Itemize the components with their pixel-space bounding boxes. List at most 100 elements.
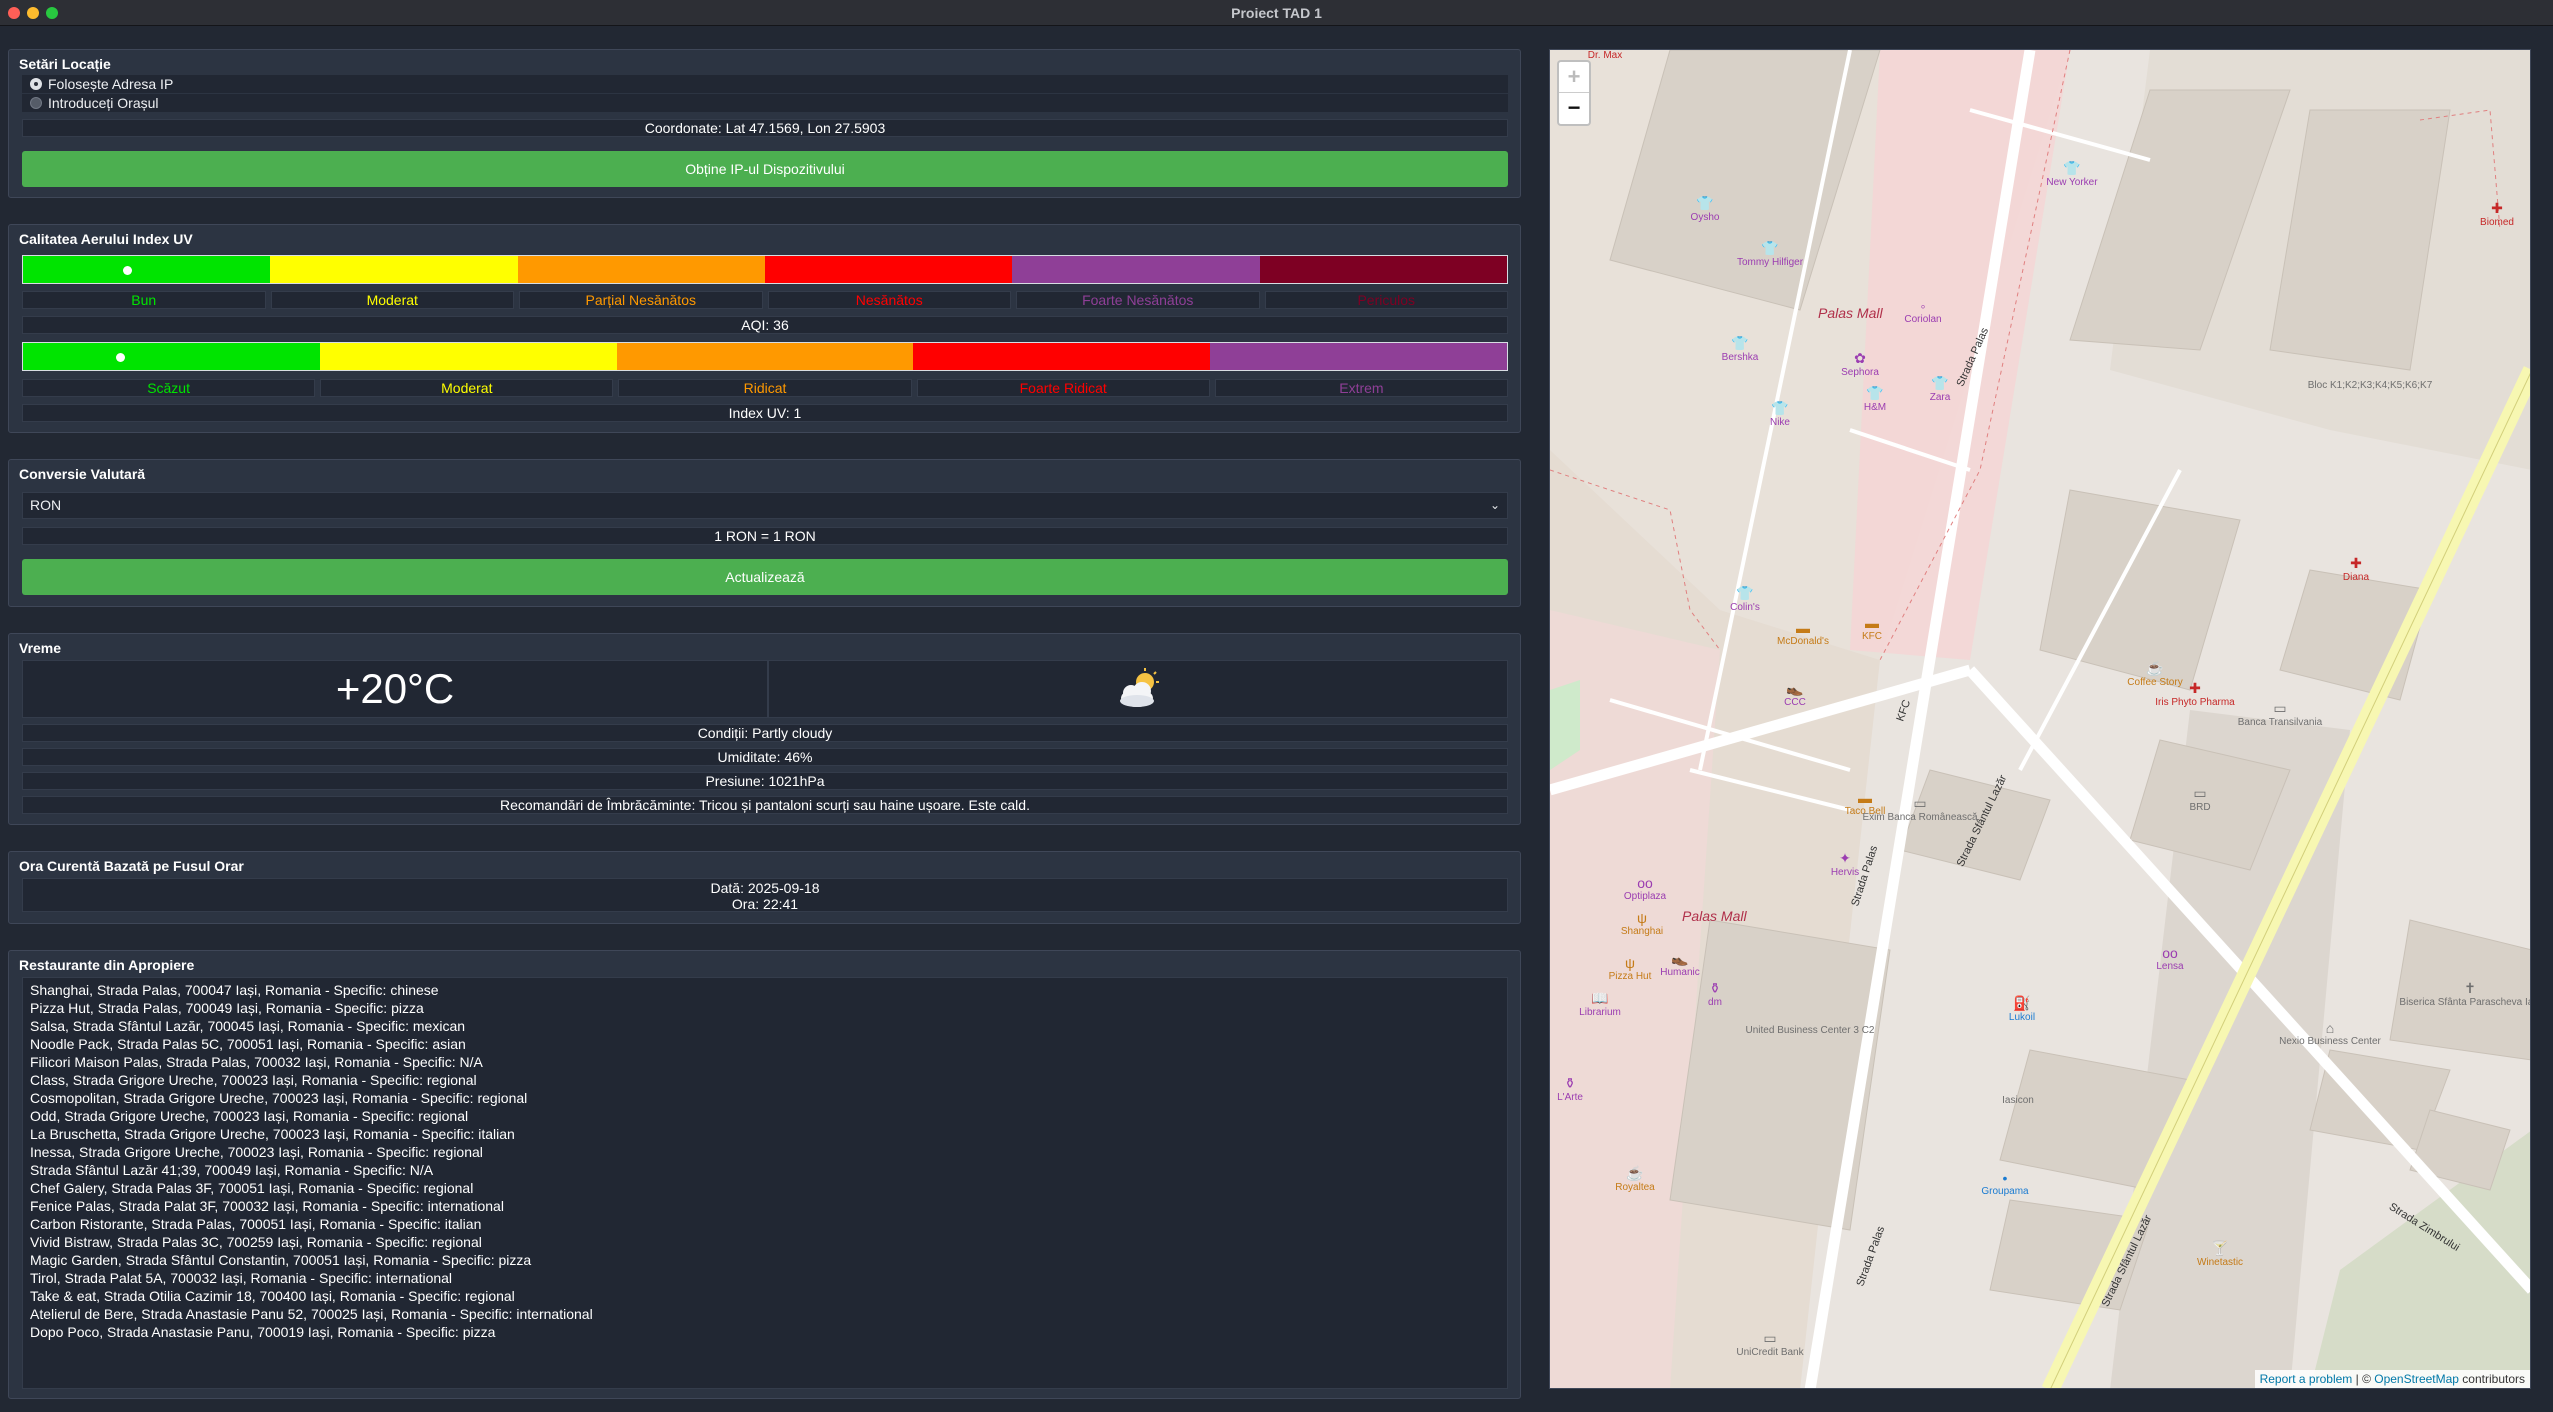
map-poi[interactable]: 👕 Bershka <box>1722 335 1759 363</box>
map-poi-icon: 👞 <box>1671 950 1689 966</box>
map-poi[interactable]: ☕ Royaltea <box>1615 1165 1654 1193</box>
restaurant-item: Fenice Palas, Strada Palat 3F, 700032 Ia… <box>30 1198 504 1214</box>
map-poi-label: Biserica Sfânta Parascheva Iași <box>2399 997 2531 1008</box>
map-poi[interactable]: ψ Pizza Hut <box>1609 955 1652 982</box>
map-poi-label: Banca Transilvania <box>2237 717 2323 728</box>
radio-label: Introduceți Orașul <box>48 95 159 111</box>
map-poi[interactable]: 👕 Tommy Hilfiger <box>1737 240 1803 268</box>
map-poi[interactable]: ✿ Sephora <box>1841 350 1879 378</box>
map-poi-icon: 👕 <box>1736 585 1754 601</box>
map-poi[interactable]: ✝ Biserica Sfânta Parascheva Iași <box>2399 980 2531 1008</box>
map-poi-label: Humanic <box>1660 967 1700 978</box>
map-poi[interactable]: ✚ Biomed <box>2480 200 2514 228</box>
map-poi[interactable]: ⛽ Lukoil <box>2009 995 2035 1023</box>
map-poi-icon: ◦ <box>1920 298 1926 314</box>
radio-button-checked[interactable] <box>30 78 42 90</box>
update-currency-button[interactable]: Actualizează <box>22 559 1508 595</box>
map-poi[interactable]: 👕 H&M <box>1864 385 1886 413</box>
map-poi-label: Pizza Hut <box>1608 971 1652 982</box>
map-poi-icon: ▭ <box>1763 1330 1777 1346</box>
map-poi-icon: oo <box>1637 875 1653 891</box>
map-poi[interactable]: 👕 Nike <box>1770 400 1790 428</box>
radio-button[interactable] <box>30 97 42 109</box>
restaurant-item: Cosmopolitan, Strada Grigore Ureche, 700… <box>30 1090 528 1106</box>
weather-title: Vreme <box>19 640 62 656</box>
map-poi[interactable]: oo Optiplaza <box>1624 875 1666 902</box>
map-poi[interactable]: ◦ Coriolan <box>1904 298 1941 325</box>
scale-label: Foarte Nesănătos <box>1016 291 1260 309</box>
aqi-labels-row: Bun Moderat Parțial Nesănătos Nesănătos Foar… <box>22 291 1508 309</box>
map-poi[interactable]: ⚱ dm <box>1708 980 1722 1008</box>
map-poi[interactable]: ψ Shanghai <box>1621 910 1663 937</box>
map-poi[interactable]: oo Lensa <box>2156 945 2183 972</box>
map-poi-label: Winetastic <box>2196 1257 2244 1268</box>
map-poi[interactable]: ✚ Diana <box>2343 555 2369 583</box>
map-poi-label: L'Arte <box>1557 1092 1583 1103</box>
map-poi-icon: ▭ <box>1913 795 1927 811</box>
map-poi[interactable]: ⌂ Nexio Business Center <box>2279 1020 2381 1047</box>
currency-selected-value: RON <box>30 497 62 513</box>
map-poi[interactable]: • Groupama <box>1981 1170 2028 1197</box>
map-poi[interactable]: Bloc K1;K2;K3;K4;K5;K6;K7 <box>2308 380 2433 391</box>
scale-segment <box>319 343 617 370</box>
map-poi-label: Exim Banca Românească <box>1862 812 1978 823</box>
restaurants-list[interactable]: Shanghai, Strada Palas, 700047 Iași, Rom… <box>22 977 1508 1389</box>
currency-select[interactable]: RON ⌄ <box>22 492 1508 519</box>
map-poi[interactable]: ▭ BRD <box>2189 785 2210 813</box>
scale-label: Moderat <box>320 379 614 397</box>
scale-label: Foarte Ridicat <box>916 379 1210 397</box>
map-poi-icon: ✦ <box>1839 850 1851 866</box>
map-poi-label: Optiplaza <box>1623 891 1667 902</box>
radio-enter-city[interactable]: Introduceți Orașul <box>22 94 1508 112</box>
map-poi[interactable]: 👕 New Yorker <box>2046 160 2097 188</box>
map-poi[interactable]: 👕 Colin's <box>1730 585 1760 613</box>
scale-marker <box>116 353 125 362</box>
map-poi[interactable]: ▭ Banca Transilvania <box>2238 700 2323 728</box>
scale-label: Bun <box>22 291 266 309</box>
map-poi[interactable]: Iasicon <box>2002 1095 2034 1106</box>
map-poi-icon: ⌂ <box>2325 1020 2335 1036</box>
currency-title: Conversie Valutară <box>19 466 146 482</box>
radio-use-ip[interactable]: Folosește Adresa IP <box>22 75 1508 93</box>
get-device-ip-button[interactable]: Obține IP-ul Dispozitivului <box>22 151 1508 187</box>
map-poi[interactable]: ✚ Iris Phyto Pharma <box>2155 680 2234 708</box>
map-poi[interactable]: ⚱ L'Arte <box>1557 1075 1583 1103</box>
restaurant-item: Take & eat, Strada Otilia Cazimir 18, 70… <box>30 1288 515 1304</box>
openstreetmap-link[interactable]: OpenStreetMap <box>2374 1372 2459 1386</box>
map-zoom-control: + − <box>1557 60 1591 126</box>
map-poi-label: Dr. Max <box>1587 50 1623 61</box>
map-poi-label: Lensa <box>2156 961 2184 972</box>
map-poi[interactable]: 🍸 Winetastic <box>2197 1240 2243 1268</box>
clothing-recommendation: Recomandări de Îmbrăcăminte: Tricou și p… <box>22 796 1508 814</box>
time-panel: Ora Curentă Bazată pe Fusul Orar Dată: 2… <box>8 851 1521 924</box>
map-view[interactable]: + − Dr. Max Palas Mall Palas Mall Strada… <box>1549 49 2531 1389</box>
scale-segment <box>913 343 1211 370</box>
map-poi[interactable]: ▬ McDonald's <box>1777 620 1829 647</box>
temperature-display: +20°C <box>22 660 768 718</box>
map-poi-icon: ▭ <box>2273 700 2287 716</box>
map-poi-icon: 👕 <box>2063 160 2081 176</box>
zoom-in-button[interactable]: + <box>1559 62 1589 93</box>
map-poi[interactable]: ▭ Exim Banca Românească <box>1862 795 1977 823</box>
scale-segment <box>23 256 271 283</box>
zoom-out-button[interactable]: − <box>1559 93 1589 124</box>
map-poi[interactable]: ▬ KFC <box>1862 615 1882 642</box>
map-poi[interactable]: 👞 Humanic <box>1660 950 1699 978</box>
map-poi[interactable]: ✦ Hervis <box>1831 850 1859 878</box>
report-problem-link[interactable]: Report a problem <box>2260 1372 2353 1386</box>
radio-label: Folosește Adresa IP <box>48 76 174 92</box>
map-poi-label: BRD <box>2189 802 2211 813</box>
map-poi-icon: ✿ <box>1854 350 1866 366</box>
map-poi-label: Nexio Business Center <box>2279 1036 2381 1047</box>
map-poi[interactable]: ▭ UniCredit Bank <box>1736 1330 1803 1358</box>
map-poi[interactable]: 📖 Librarium <box>1579 990 1621 1018</box>
map-poi[interactable]: 👞 CCC <box>1784 680 1806 708</box>
map-poi[interactable]: 👕 Zara <box>1930 375 1951 403</box>
map-poi[interactable]: United Business Center 3 C2 <box>1746 1025 1875 1036</box>
restaurant-item: Tirol, Strada Palat 5A, 700032 Iași, Rom… <box>30 1270 453 1286</box>
scale-label: Extrem <box>1214 379 1509 397</box>
map-poi[interactable]: 👕 Oysho <box>1691 195 1720 223</box>
attribution-tail: contributors <box>2458 1372 2525 1386</box>
window-titlebar: Proiect TAD 1 <box>0 0 2553 26</box>
time-title: Ora Curentă Bazată pe Fusul Orar <box>19 858 244 874</box>
